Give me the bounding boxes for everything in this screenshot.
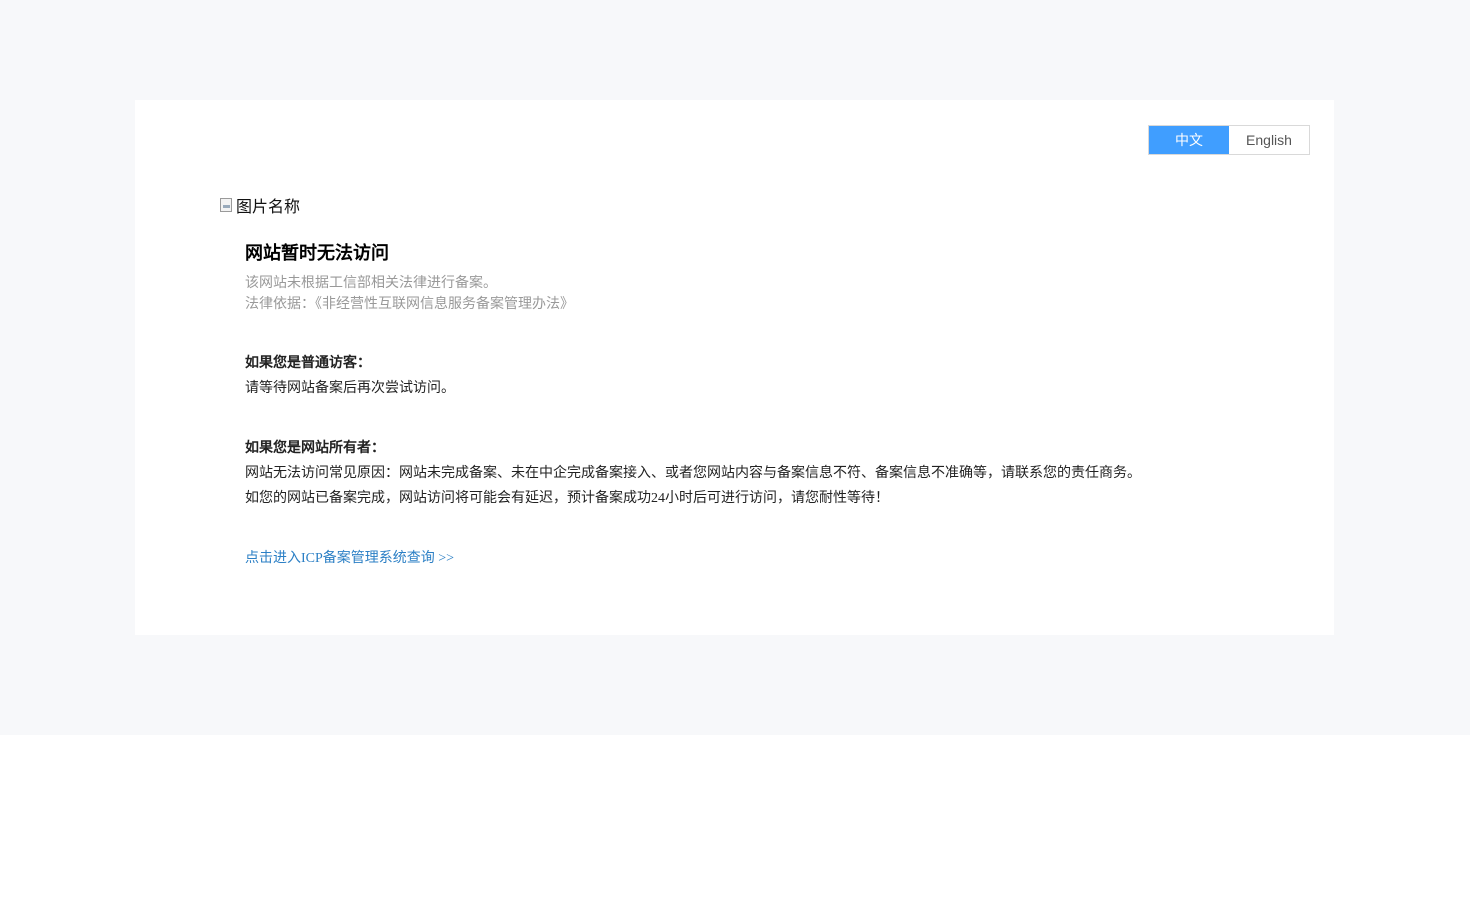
lang-english-button[interactable]: English (1229, 126, 1309, 154)
visitor-section: 如果您是普通访客： 请等待网站备案后再次尝试访问。 (245, 351, 1245, 401)
icp-query-link[interactable]: 点击进入ICP备案管理系统查询 >> (245, 546, 454, 571)
owner-section: 如果您是网站所有者： 网站无法访问常见原因：网站未完成备案、未在中企完成备案接入… (245, 436, 1245, 511)
notice-line-2: 法律依据：《非经营性互联网信息服务备案管理办法》 (245, 297, 574, 312)
page-title: 网站暂时无法访问 (245, 243, 389, 263)
owner-line-1: 网站无法访问常见原因：网站未完成备案、未在中企完成备案接入、或者您网站内容与备案… (245, 466, 1141, 481)
visitor-heading: 如果您是普通访客： (245, 356, 371, 371)
notice-content: 网站暂时无法访问 该网站未根据工信部相关法律进行备案。 法律依据：《非经营性互联… (245, 240, 1245, 571)
owner-line-2: 如您的网站已备案完成，网站访问将可能会有延迟，预计备案成功24小时后可进行访问，… (245, 491, 889, 506)
image-alt-text: 图片名称 (236, 199, 301, 216)
language-switch: 中文 English (1148, 125, 1310, 155)
notice-card: 中文 English 图片名称 网站暂时无法访问 该网站未根据工信部相关法律进行… (135, 100, 1334, 635)
broken-image: 图片名称 (220, 195, 301, 216)
owner-heading: 如果您是网站所有者： (245, 441, 385, 456)
lang-chinese-button[interactable]: 中文 (1149, 126, 1229, 154)
visitor-text: 请等待网站备案后再次尝试访问。 (245, 381, 455, 396)
broken-image-icon (220, 198, 232, 212)
notice-line-1: 该网站未根据工信部相关法律进行备案。 (245, 276, 497, 291)
